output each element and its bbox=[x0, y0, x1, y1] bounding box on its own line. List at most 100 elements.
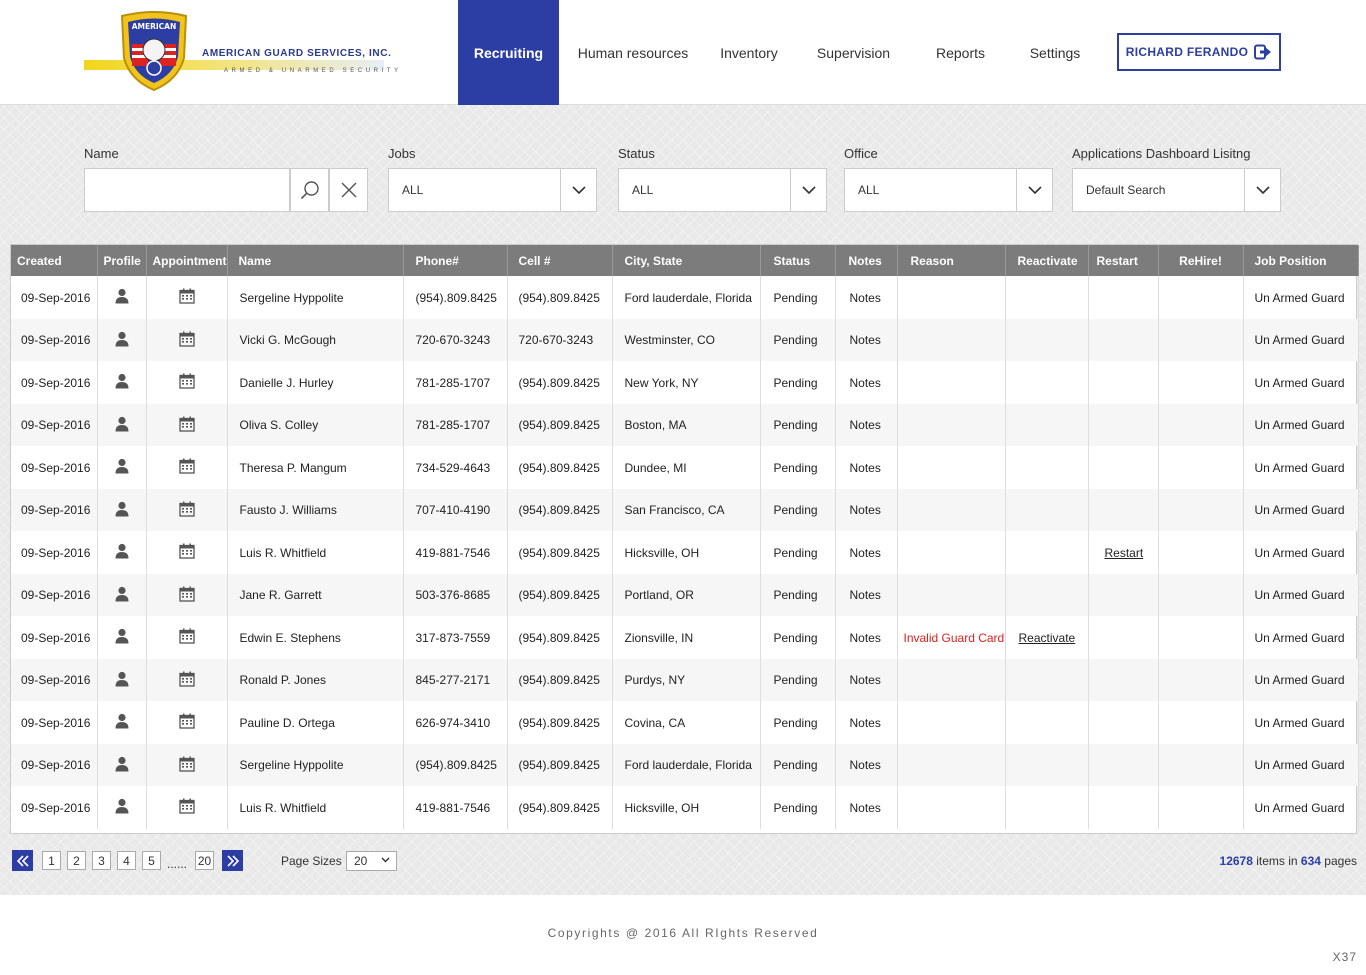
calendar-icon[interactable] bbox=[178, 543, 195, 562]
nav-recruiting[interactable]: Recruiting bbox=[458, 0, 559, 105]
dashboard-select[interactable]: Default Search bbox=[1072, 168, 1281, 212]
cell-name[interactable]: Luis R. Whitfield bbox=[227, 531, 404, 574]
person-icon[interactable] bbox=[115, 543, 129, 562]
table-row[interactable]: 09-Sep-2016 Pauline D. Ortega 626-974-3410… bbox=[11, 701, 1359, 744]
nav-settings[interactable]: Settings bbox=[1005, 0, 1105, 105]
calendar-icon[interactable] bbox=[178, 713, 195, 732]
nav-reports[interactable]: Reports bbox=[916, 0, 1005, 105]
clear-search-button[interactable] bbox=[329, 168, 368, 212]
restart-link[interactable]: Restart bbox=[1105, 546, 1144, 560]
calendar-icon[interactable] bbox=[178, 331, 195, 350]
col-notes[interactable]: Notes bbox=[835, 245, 898, 276]
calendar-icon[interactable] bbox=[178, 458, 195, 477]
cell-notes[interactable]: Notes bbox=[835, 574, 898, 616]
cell-notes[interactable]: Notes bbox=[835, 701, 898, 744]
cell-notes[interactable]: Notes bbox=[835, 489, 898, 531]
user-logout-button[interactable]: RICHARD FERANDO bbox=[1117, 33, 1281, 71]
calendar-icon[interactable] bbox=[178, 586, 195, 605]
nav-inventory[interactable]: Inventory bbox=[707, 0, 791, 105]
first-page-button[interactable] bbox=[12, 850, 33, 871]
col-cell[interactable]: Cell # bbox=[507, 245, 613, 276]
col-restart[interactable]: Restart bbox=[1088, 245, 1159, 276]
cell-name[interactable]: Ronald P. Jones bbox=[227, 659, 404, 701]
cell-name[interactable]: Luis R. Whitfield bbox=[227, 786, 404, 829]
jobs-select[interactable]: ALL bbox=[388, 168, 597, 212]
page-button[interactable]: 5 bbox=[142, 851, 161, 870]
last-page-button[interactable] bbox=[222, 850, 244, 871]
cell-name[interactable]: Theresa P. Mangum bbox=[227, 446, 404, 489]
table-row[interactable]: 09-Sep-2016 Luis R. Whitfield 419-881-7546… bbox=[11, 531, 1359, 574]
company-logo[interactable]: AMERICAN AMERICAN GUARD SERVICES, INC. A… bbox=[84, 8, 398, 96]
col-name[interactable]: Name bbox=[227, 245, 404, 276]
cell-name[interactable]: Sergeline Hyppolite bbox=[227, 276, 404, 319]
table-row[interactable]: 09-Sep-2016 Ronald P. Jones 845-277-2171 (9… bbox=[11, 659, 1359, 701]
calendar-icon[interactable] bbox=[178, 671, 195, 690]
table-row[interactable]: 09-Sep-2016 Oliva S. Colley 781-285-1707 (9… bbox=[11, 404, 1359, 446]
nav-supervision[interactable]: Supervision bbox=[791, 0, 916, 105]
col-phone[interactable]: Phone# bbox=[403, 245, 508, 276]
calendar-icon[interactable] bbox=[178, 416, 195, 435]
table-row[interactable]: 09-Sep-2016 Sergeline Hyppolite (954).809.… bbox=[11, 744, 1359, 786]
col-job-position[interactable]: Job Position bbox=[1243, 245, 1359, 276]
person-icon[interactable] bbox=[115, 628, 129, 647]
table-row[interactable]: 09-Sep-2016 Vicki G. McGough 720-670-3243 7… bbox=[11, 319, 1359, 361]
cell-name[interactable]: Fausto J. Williams bbox=[227, 489, 404, 531]
cell-notes[interactable]: Notes bbox=[835, 786, 898, 829]
person-icon[interactable] bbox=[115, 713, 129, 732]
person-icon[interactable] bbox=[115, 756, 129, 775]
table-row[interactable]: 09-Sep-2016 Edwin E. Stephens 317-873-7559… bbox=[11, 616, 1359, 659]
calendar-icon[interactable] bbox=[178, 501, 195, 520]
cell-name[interactable]: Sergeline Hyppolite bbox=[227, 744, 404, 786]
person-icon[interactable] bbox=[115, 586, 129, 605]
calendar-icon[interactable] bbox=[178, 628, 195, 647]
col-profile[interactable]: Profile bbox=[97, 245, 147, 276]
cell-notes[interactable]: Notes bbox=[835, 744, 898, 786]
person-icon[interactable] bbox=[115, 331, 129, 350]
cell-name[interactable]: Danielle J. Hurley bbox=[227, 361, 404, 404]
table-row[interactable]: 09-Sep-2016 Sergeline Hyppolite (954).809.… bbox=[11, 276, 1359, 319]
cell-name[interactable]: Edwin E. Stephens bbox=[227, 616, 404, 659]
table-row[interactable]: 09-Sep-2016 Theresa P. Mangum 734-529-4643… bbox=[11, 446, 1359, 489]
col-appointment[interactable]: Appointment bbox=[146, 245, 228, 276]
cell-notes[interactable]: Notes bbox=[835, 446, 898, 489]
table-row[interactable]: 09-Sep-2016 Jane R. Garrett 503-376-8685 (9… bbox=[11, 574, 1359, 616]
cell-name[interactable]: Jane R. Garrett bbox=[227, 574, 404, 616]
col-reason[interactable]: Reason bbox=[897, 245, 1006, 276]
cell-notes[interactable]: Notes bbox=[835, 531, 898, 574]
page-button[interactable]: 2 bbox=[67, 851, 86, 870]
col-city-state[interactable]: City, State bbox=[612, 245, 761, 276]
person-icon[interactable] bbox=[115, 671, 129, 690]
cell-notes[interactable]: Notes bbox=[835, 659, 898, 701]
cell-name[interactable]: Oliva S. Colley bbox=[227, 404, 404, 446]
last-page-number-button[interactable]: 20 bbox=[195, 851, 215, 870]
person-icon[interactable] bbox=[115, 416, 129, 435]
cell-notes[interactable]: Notes bbox=[835, 319, 898, 361]
calendar-icon[interactable] bbox=[178, 373, 195, 392]
search-button[interactable] bbox=[290, 168, 329, 212]
table-row[interactable]: 09-Sep-2016 Danielle J. Hurley 781-285-170… bbox=[11, 361, 1359, 404]
table-row[interactable]: 09-Sep-2016 Luis R. Whitfield 419-881-7546… bbox=[11, 786, 1359, 829]
calendar-icon[interactable] bbox=[178, 756, 195, 775]
cell-notes[interactable]: Notes bbox=[835, 616, 898, 659]
cell-notes[interactable]: Notes bbox=[835, 404, 898, 446]
person-icon[interactable] bbox=[115, 288, 129, 307]
cell-name[interactable]: Vicki G. McGough bbox=[227, 319, 404, 361]
page-button[interactable]: 3 bbox=[92, 851, 111, 870]
col-status[interactable]: Status bbox=[760, 245, 836, 276]
col-created[interactable]: Created bbox=[11, 245, 98, 276]
page-button[interactable]: 4 bbox=[117, 851, 136, 870]
col-reactivate[interactable]: Reactivate bbox=[1005, 245, 1089, 276]
nav-human-resources[interactable]: Human resources bbox=[559, 0, 707, 105]
calendar-icon[interactable] bbox=[178, 288, 195, 307]
person-icon[interactable] bbox=[115, 458, 129, 477]
col-rehire[interactable]: ReHire! bbox=[1158, 245, 1244, 276]
person-icon[interactable] bbox=[115, 501, 129, 520]
person-icon[interactable] bbox=[115, 798, 129, 817]
office-select[interactable]: ALL bbox=[844, 168, 1053, 212]
page-button[interactable]: 1 bbox=[42, 851, 61, 870]
status-select[interactable]: ALL bbox=[618, 168, 827, 212]
table-row[interactable]: 09-Sep-2016 Fausto J. Williams 707-410-419… bbox=[11, 489, 1359, 531]
name-search-input[interactable] bbox=[84, 168, 290, 212]
calendar-icon[interactable] bbox=[178, 798, 195, 817]
page-size-select[interactable]: 20 bbox=[346, 851, 397, 871]
